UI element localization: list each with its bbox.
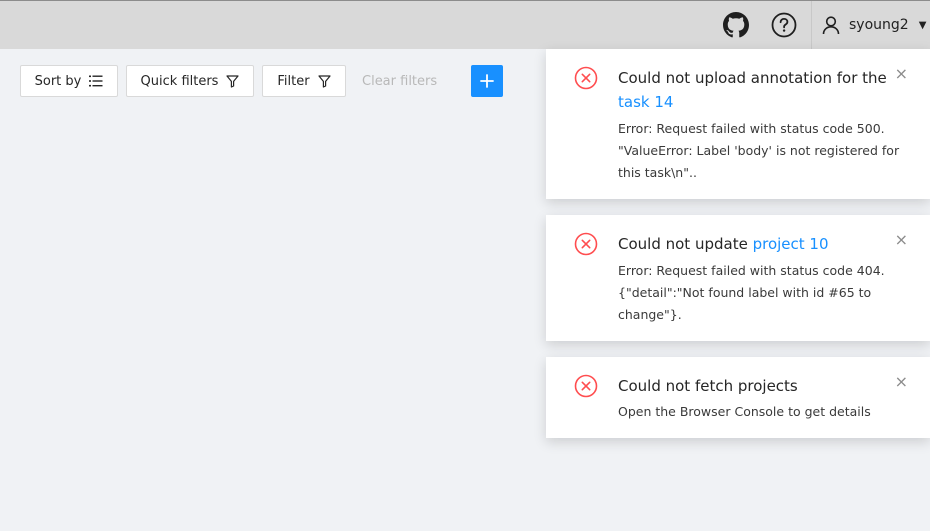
filter-label: Filter xyxy=(277,73,310,89)
error-notification: Could not upload annotation for the task… xyxy=(546,49,930,199)
user-icon xyxy=(822,16,840,35)
notification-title: Could not upload annotation for the task… xyxy=(618,66,888,114)
notification-title: Could not fetch projects xyxy=(618,374,888,398)
error-circle-icon xyxy=(574,66,598,90)
clear-filters-button[interactable]: Clear filters xyxy=(362,65,437,97)
project-link[interactable]: project 10 xyxy=(753,235,829,253)
close-icon[interactable]: × xyxy=(895,232,908,248)
close-icon[interactable]: × xyxy=(895,374,908,390)
close-icon[interactable]: × xyxy=(895,66,908,82)
notification-description: Error: Request failed with status code 5… xyxy=(618,121,900,180)
plus-icon xyxy=(480,74,494,88)
error-notification: Could not update project 10 Error: Reque… xyxy=(546,215,930,341)
add-button[interactable] xyxy=(471,65,503,97)
notification-title: Could not update project 10 xyxy=(618,232,888,256)
sort-by-button[interactable]: Sort by xyxy=(20,65,118,97)
task-link[interactable]: task 14 xyxy=(618,93,673,111)
notification-description: Open the Browser Console to get details xyxy=(618,404,871,419)
top-navigation-bar: syoung2 ▼ xyxy=(0,0,930,49)
github-icon[interactable] xyxy=(722,11,750,39)
username: syoung2 xyxy=(849,17,909,33)
user-menu[interactable]: syoung2 ▼ xyxy=(818,1,930,49)
sort-by-label: Sort by xyxy=(34,73,82,89)
error-circle-icon xyxy=(574,232,598,256)
filter-icon xyxy=(317,74,331,88)
quick-filters-label: Quick filters xyxy=(140,73,219,89)
quick-filters-button[interactable]: Quick filters xyxy=(126,65,254,97)
notification-title-text: Could not update xyxy=(618,235,748,253)
header-divider xyxy=(811,1,812,49)
notification-title-text: Could not fetch projects xyxy=(618,377,798,395)
error-circle-icon xyxy=(574,374,598,398)
error-notification: Could not fetch projects Open the Browse… xyxy=(546,357,930,438)
filter-button[interactable]: Filter xyxy=(262,65,346,97)
help-icon[interactable] xyxy=(770,11,798,39)
sort-list-icon xyxy=(89,75,103,87)
chevron-down-icon: ▼ xyxy=(918,19,927,31)
notification-title-text: Could not upload annotation for the xyxy=(618,69,887,87)
filter-icon xyxy=(226,74,240,88)
notification-description: Error: Request failed with status code 4… xyxy=(618,263,885,322)
